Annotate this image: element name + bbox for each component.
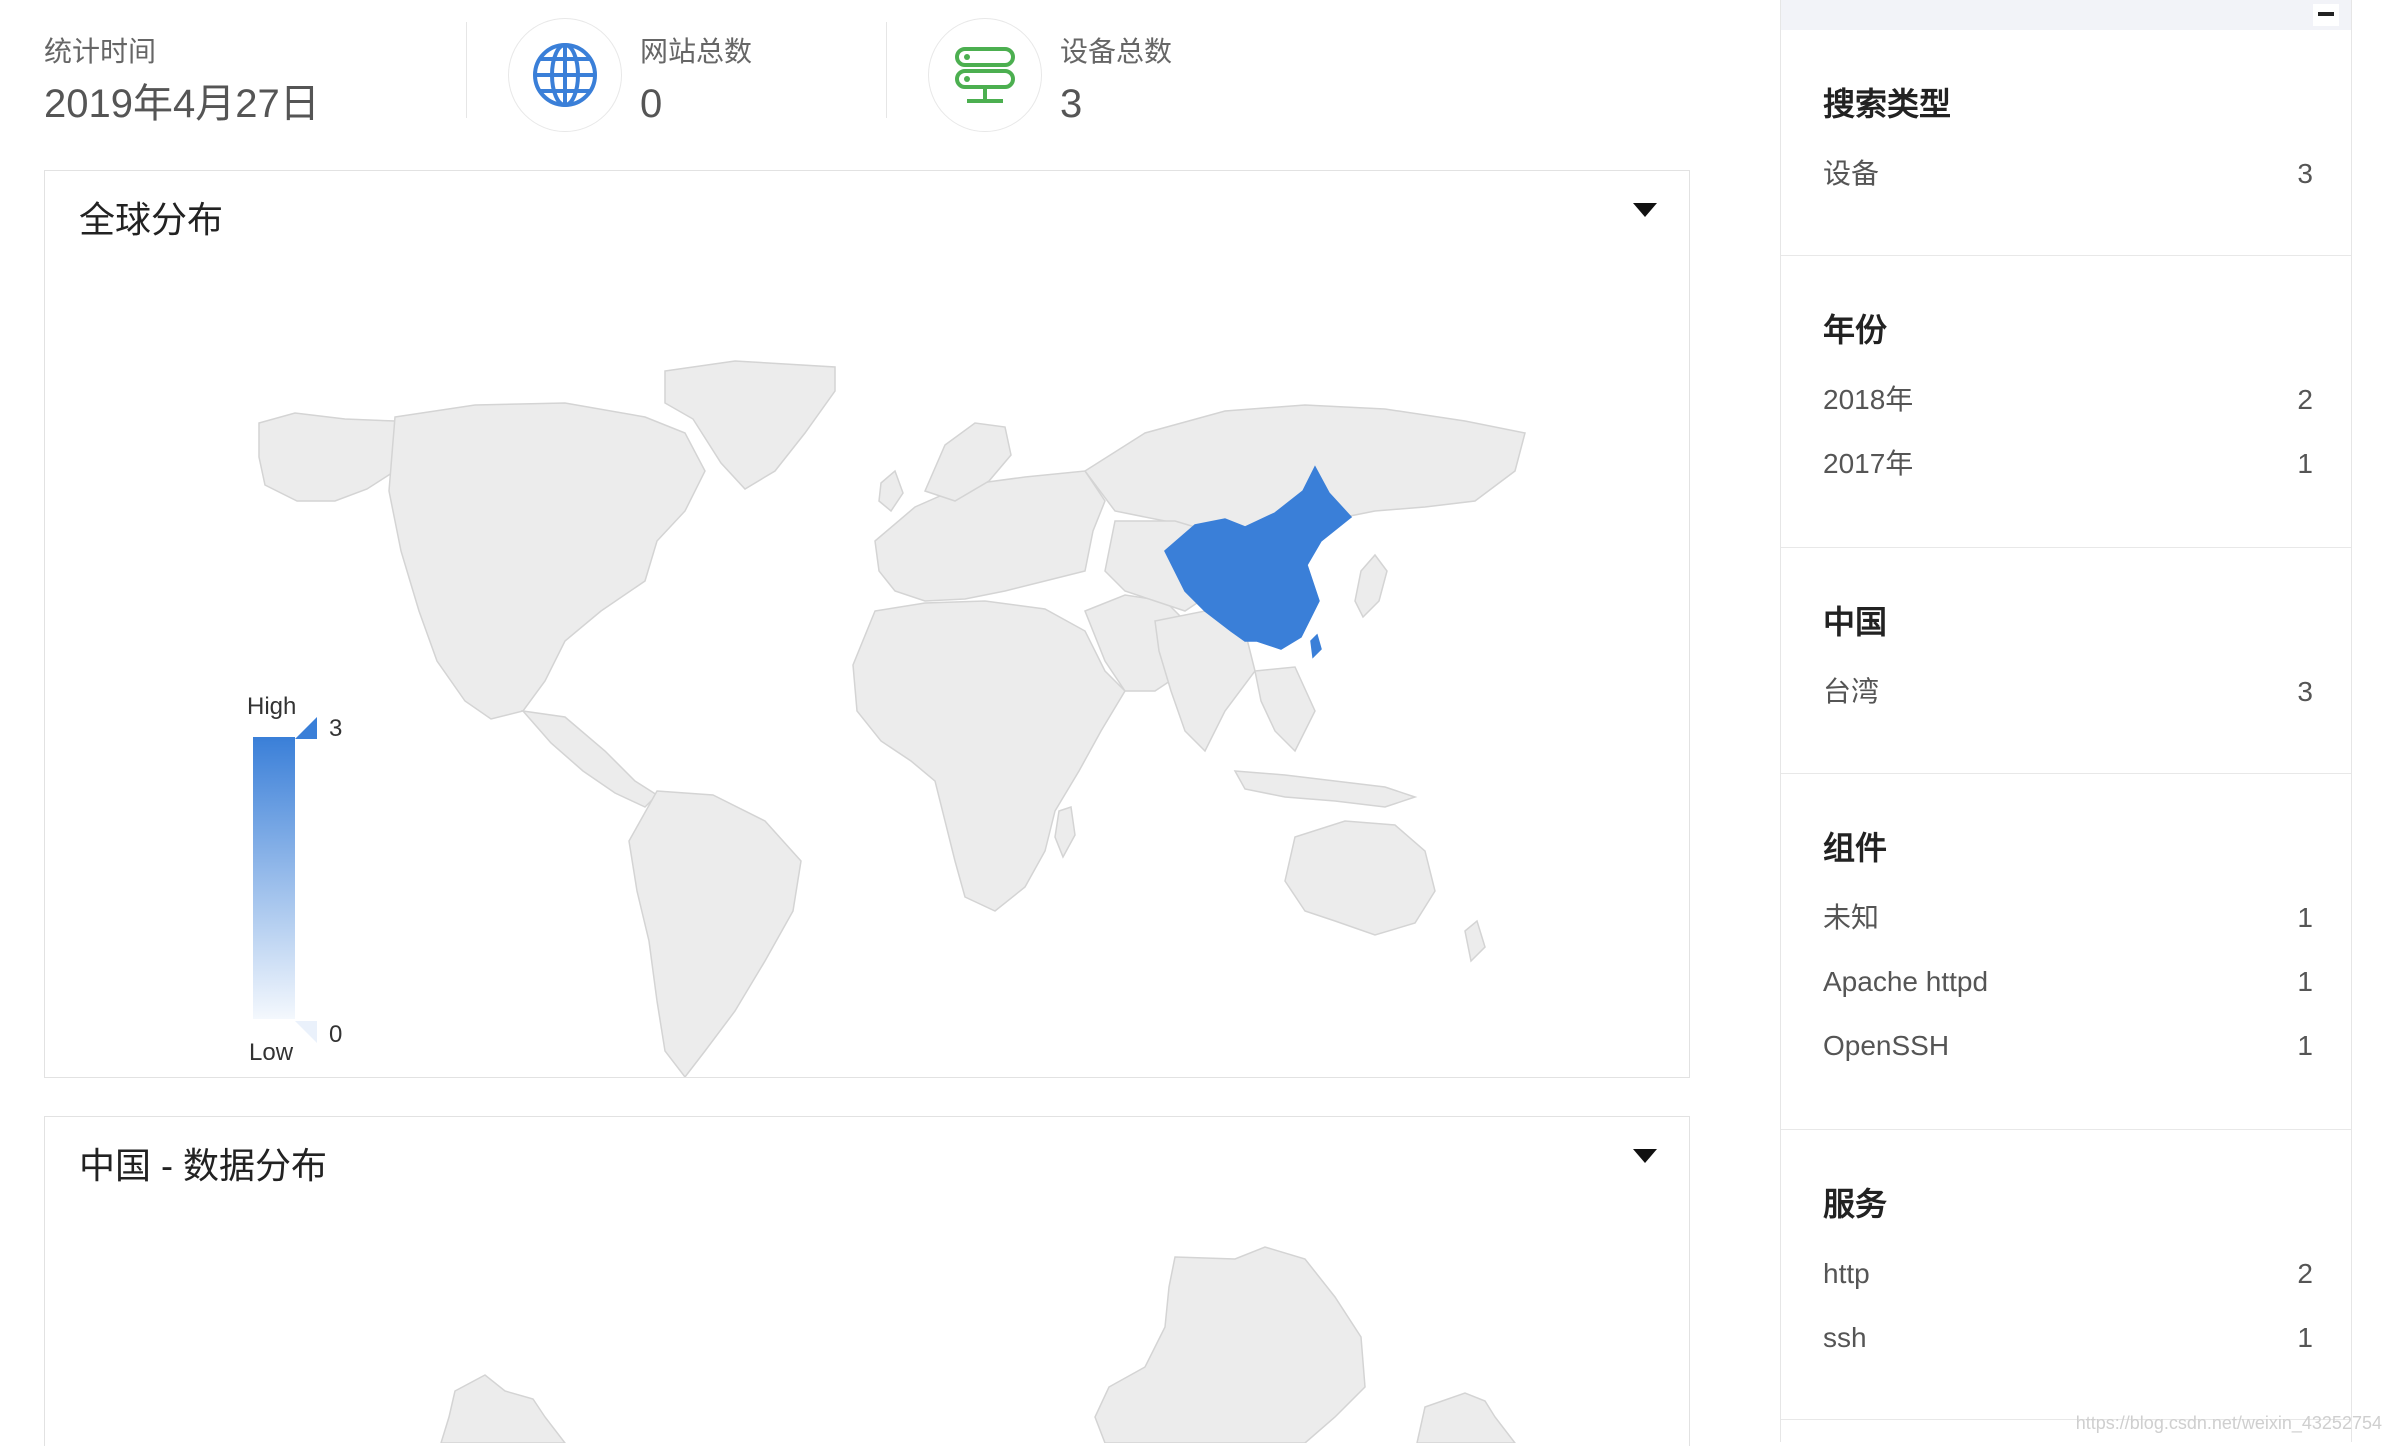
facet-item-count: 1 xyxy=(2297,1030,2313,1061)
stat-devices-value: 3 xyxy=(1060,82,1083,126)
facet-item[interactable]: Apache httpd 1 xyxy=(1823,962,2313,1002)
region-alaska xyxy=(258,412,396,502)
global-distribution-panel: 全球分布 High 3 0 Low xyxy=(44,170,1690,1078)
stat-sites-label: 网站总数 xyxy=(640,36,753,67)
region-north xyxy=(440,1374,566,1443)
server-icon xyxy=(928,18,1042,132)
region-south-america xyxy=(628,790,802,1077)
facet-item-name: 台湾 xyxy=(1823,676,1880,707)
divider xyxy=(886,22,887,118)
facet-item-count: 1 xyxy=(2297,448,2313,479)
facet-item-name: ssh xyxy=(1823,1322,1867,1353)
legend-max-marker xyxy=(295,717,317,739)
region-australia xyxy=(1284,820,1436,936)
facet-item-count: 1 xyxy=(2297,902,2313,933)
stat-time-label: 统计时间 xyxy=(44,36,157,67)
stat-sites-value: 0 xyxy=(640,82,663,126)
facet-item[interactable]: 2017年 1 xyxy=(1823,444,2313,484)
sidebar-topbar xyxy=(1781,0,2351,30)
region-madagascar xyxy=(1054,806,1076,859)
minimize-button[interactable] xyxy=(2313,4,2339,26)
facet-item[interactable]: 台湾 3 xyxy=(1823,672,2313,712)
facet-year: 年份 2018年 2 2017年 1 xyxy=(1781,256,2351,548)
facet-service: 服务 http 2 ssh 1 xyxy=(1781,1130,2351,1420)
facet-item-name: 未知 xyxy=(1823,902,1880,933)
facet-item[interactable]: 设备 3 xyxy=(1823,154,2313,194)
legend-low-label: Low xyxy=(249,1039,294,1066)
facet-title: 中国 xyxy=(1823,604,1888,640)
facet-item-count: 3 xyxy=(2297,158,2313,189)
china-map xyxy=(440,1246,1516,1443)
facet-item-count: 1 xyxy=(2297,966,2313,997)
facet-item-count: 2 xyxy=(2297,384,2313,415)
facet-item-name: 设备 xyxy=(1823,158,1880,189)
region-central-america xyxy=(521,709,659,808)
facet-item-name: OpenSSH xyxy=(1823,1030,1950,1061)
facet-item[interactable]: http 2 xyxy=(1823,1254,2313,1294)
stat-sites: 网站总数 0 xyxy=(640,32,752,132)
facet-title: 年份 xyxy=(1823,312,1888,348)
facet-item[interactable]: OpenSSH 1 xyxy=(1823,1026,2313,1066)
facet-item-count: 3 xyxy=(2297,676,2313,707)
filter-sidebar: 搜索类型 设备 3 年份 2018年 2 2017年 1 中国 台湾 3 组件 … xyxy=(1780,0,2352,1442)
watermark: https://blog.csdn.net/weixin_43252754 xyxy=(2075,1413,2382,1433)
legend-color-scale xyxy=(253,737,295,1019)
region-new-zealand xyxy=(1464,919,1486,963)
facet-component: 组件 未知 1 Apache httpd 1 OpenSSH 1 xyxy=(1781,774,2351,1130)
legend-min-marker xyxy=(295,1021,317,1043)
facet-item-name: http xyxy=(1823,1258,1870,1289)
globe-icon xyxy=(508,18,622,132)
china-distribution-panel: 中国 - 数据分布 xyxy=(44,1116,1690,1446)
facet-item[interactable]: 未知 1 xyxy=(1823,898,2313,938)
stat-time-value: 2019年4月27日 xyxy=(44,82,320,126)
facet-item[interactable]: ssh 1 xyxy=(1823,1318,2313,1358)
stat-devices: 设备总数 3 xyxy=(1060,32,1172,132)
facet-title: 组件 xyxy=(1823,830,1888,866)
region-southeast-asia xyxy=(1254,666,1316,753)
facet-item-count: 1 xyxy=(2297,1322,2313,1353)
region-uk xyxy=(878,469,904,513)
facet-item-name: 2017年 xyxy=(1823,448,1914,479)
stat-time: 统计时间 2019年4月27日 xyxy=(44,32,320,132)
region-japan xyxy=(1354,553,1388,619)
region-indonesia xyxy=(1233,770,1418,808)
legend-max-value: 3 xyxy=(329,715,343,742)
facet-search-type: 搜索类型 设备 3 xyxy=(1781,30,2351,256)
region-europe xyxy=(874,470,1106,602)
facet-item[interactable]: 2018年 2 xyxy=(1823,380,2313,420)
region-taiwan xyxy=(1310,633,1322,659)
stat-devices-label: 设备总数 xyxy=(1060,36,1173,67)
facet-item-name: 2018年 xyxy=(1823,384,1914,415)
facet-title: 服务 xyxy=(1823,1186,1888,1222)
legend-high-label: High xyxy=(247,693,297,720)
stats-bar: 统计时间 2019年4月27日 网站总数 0 设备总数 3 xyxy=(0,0,1700,150)
facet-item-name: Apache httpd xyxy=(1823,966,1989,997)
facet-item-count: 2 xyxy=(2297,1258,2313,1289)
legend-min-value: 0 xyxy=(329,1021,343,1048)
facet-title: 搜索类型 xyxy=(1823,86,1952,122)
facet-china: 中国 台湾 3 xyxy=(1781,548,2351,774)
region-north-america xyxy=(388,402,706,720)
region-africa xyxy=(852,600,1126,912)
region-east xyxy=(1416,1392,1516,1443)
region-mongolia xyxy=(1094,1246,1366,1443)
divider xyxy=(466,22,467,118)
